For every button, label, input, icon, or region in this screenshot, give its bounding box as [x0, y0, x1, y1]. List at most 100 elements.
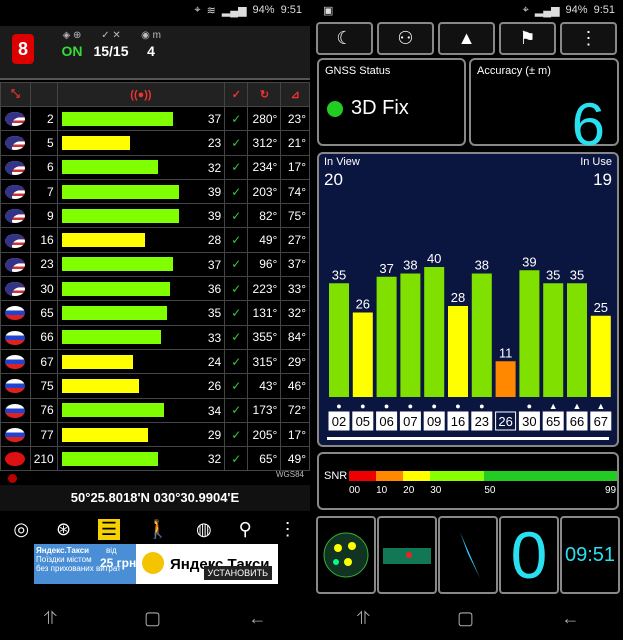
bar-value-label: 37 — [379, 261, 393, 276]
prn: 76 — [29, 397, 58, 423]
prn: 9 — [29, 203, 58, 229]
satellite-icon: ◈ ⊕ — [62, 30, 82, 41]
snr-bar — [60, 426, 149, 443]
people-button[interactable]: ⚇ — [377, 22, 434, 55]
install-button[interactable]: УСТАНОВИТЬ — [203, 566, 272, 580]
snr-color-scale — [349, 471, 618, 481]
prn-label: 67 — [594, 414, 608, 429]
pin-icon[interactable]: ⚲ — [239, 519, 252, 540]
prn: 2 — [29, 105, 58, 132]
azimuth: 205° — [247, 421, 282, 448]
used-marker: ▲ — [549, 401, 558, 411]
azimuth: 82° — [247, 203, 282, 229]
waypoint-button[interactable]: ⚑ — [499, 22, 556, 55]
azimuth: 312° — [247, 130, 282, 156]
ad-price: 25 грн — [100, 556, 137, 570]
used-check: ✓ — [224, 154, 249, 180]
recents-icon[interactable]: ⥣ — [357, 608, 370, 629]
chart-bar — [471, 273, 492, 397]
home-icon[interactable]: ▢ — [144, 608, 161, 629]
chart-bar — [424, 267, 445, 397]
record-icon[interactable] — [8, 474, 17, 483]
used-marker: ● — [527, 401, 532, 411]
used-marker: ▲ — [596, 401, 605, 411]
walk-icon[interactable]: 🚶 — [147, 519, 169, 540]
bar-value-label: 38 — [475, 258, 489, 273]
flag-icon — [0, 348, 31, 375]
satellite-row: 67 24 ✓ 315° 29° — [0, 348, 310, 375]
satellite-row: 5 23 ✓ 312° 21° — [0, 130, 310, 156]
navigate-button[interactable]: ▲ — [438, 22, 495, 55]
sky-view-tile[interactable] — [316, 516, 376, 594]
azimuth: 315° — [247, 348, 282, 375]
fix-value: ON — [61, 43, 83, 59]
night-mode-button[interactable]: ☾ — [316, 22, 373, 55]
prn-label: 05 — [356, 414, 370, 429]
snr-legend-panel: SNR 00 10 20 30 50 99 — [317, 452, 619, 510]
chart-bar — [400, 273, 421, 397]
snr-bar — [60, 402, 165, 419]
chart-bar — [543, 283, 564, 397]
snr-tick: 20 — [403, 485, 415, 496]
satellite-row: 65 35 ✓ 131° 32° — [0, 300, 310, 326]
menu-button[interactable]: ⋮ — [560, 22, 617, 55]
snr-bar-chart: 35 ● 02 26 ● 05 37 ● 06 38 ● 07 40 ● 09 28 ● 16 38 ● 23 11 26 3… — [327, 251, 612, 440]
snr-value: 33 — [207, 330, 222, 345]
prn-label: 06 — [379, 414, 393, 429]
azimuth: 43° — [247, 373, 282, 399]
bar-value-label: 40 — [427, 251, 441, 266]
satellite-row: 30 36 ✓ 223° 33° — [0, 276, 310, 302]
scroll-indicator[interactable] — [327, 437, 609, 440]
back-icon[interactable]: ← — [248, 608, 266, 629]
satellite-chart-panel: In View 20 In Use 19 35 ● 02 26 ● 05 37 ● 06 38 ● 0… — [317, 152, 619, 447]
elevation: 17° — [280, 154, 310, 180]
elevation: 49° — [280, 446, 310, 472]
accuracy-panel: Accuracy (± m) 6 — [469, 58, 619, 158]
world-map-icon — [383, 548, 431, 564]
ad-banner[interactable]: Яндекс.Такси Поїздки містом без прихован… — [34, 544, 278, 584]
azimuth: 234° — [247, 154, 282, 180]
snr-cell: 26 — [56, 373, 226, 399]
snr-bar — [60, 377, 140, 394]
prn: 30 — [29, 276, 58, 302]
flag-icon — [0, 178, 31, 205]
snr-value: 39 — [207, 209, 222, 224]
satellite-table: ⤡ ((●)) ✓ ↻ ⊿ 2 37 ✓ 280° 23° 5 23 ✓ 312° 21° 6 32 ✓… — [0, 82, 310, 472]
snr-value: 32 — [207, 452, 222, 467]
used-check: ✓ — [224, 324, 249, 350]
snr-cell: 33 — [56, 324, 226, 350]
flag-icon — [0, 154, 31, 180]
snr-bar — [60, 207, 180, 224]
flag-icon — [0, 251, 31, 278]
taxi-icon — [142, 552, 164, 574]
signal-icon: ▂▄▆ — [221, 4, 247, 17]
satellite-row: 66 33 ✓ 355° 84° — [0, 324, 310, 350]
list-icon[interactable]: ☰ — [97, 518, 120, 540]
chart-bar — [567, 283, 587, 397]
flag-icon — [0, 421, 31, 448]
map-tile[interactable] — [377, 516, 437, 594]
snr-tick: 10 — [376, 485, 388, 496]
elevation: 84° — [280, 324, 310, 350]
snr-cell: 23 — [56, 130, 226, 156]
recents-icon[interactable]: ⥣ — [44, 608, 57, 629]
accuracy-value: 4 — [147, 43, 155, 59]
home-icon[interactable]: ▢ — [457, 608, 474, 629]
app-logo[interactable]: 8 — [12, 34, 34, 64]
more-icon[interactable]: ⋮ — [279, 519, 297, 540]
compass-tile[interactable] — [438, 516, 498, 594]
bar-value-label: 39 — [522, 254, 536, 269]
compass-needle-icon — [460, 532, 480, 578]
bar-value-label: 26 — [356, 297, 370, 312]
chart-bar — [519, 270, 540, 397]
target-icon: ◉ m — [141, 30, 161, 41]
compass-icon[interactable]: ◎ — [13, 519, 29, 540]
back-icon[interactable]: ← — [561, 608, 579, 629]
snr-bar — [60, 134, 131, 151]
prn-label: 02 — [332, 414, 346, 429]
elevation-icon: ⊿ — [280, 82, 310, 107]
elevation: 29° — [280, 348, 310, 375]
satellite-count: ✓ ✕ 15/15 — [88, 30, 134, 59]
globe-icon[interactable]: ◍ — [196, 519, 212, 540]
radar-icon[interactable]: ⊛ — [56, 519, 71, 540]
